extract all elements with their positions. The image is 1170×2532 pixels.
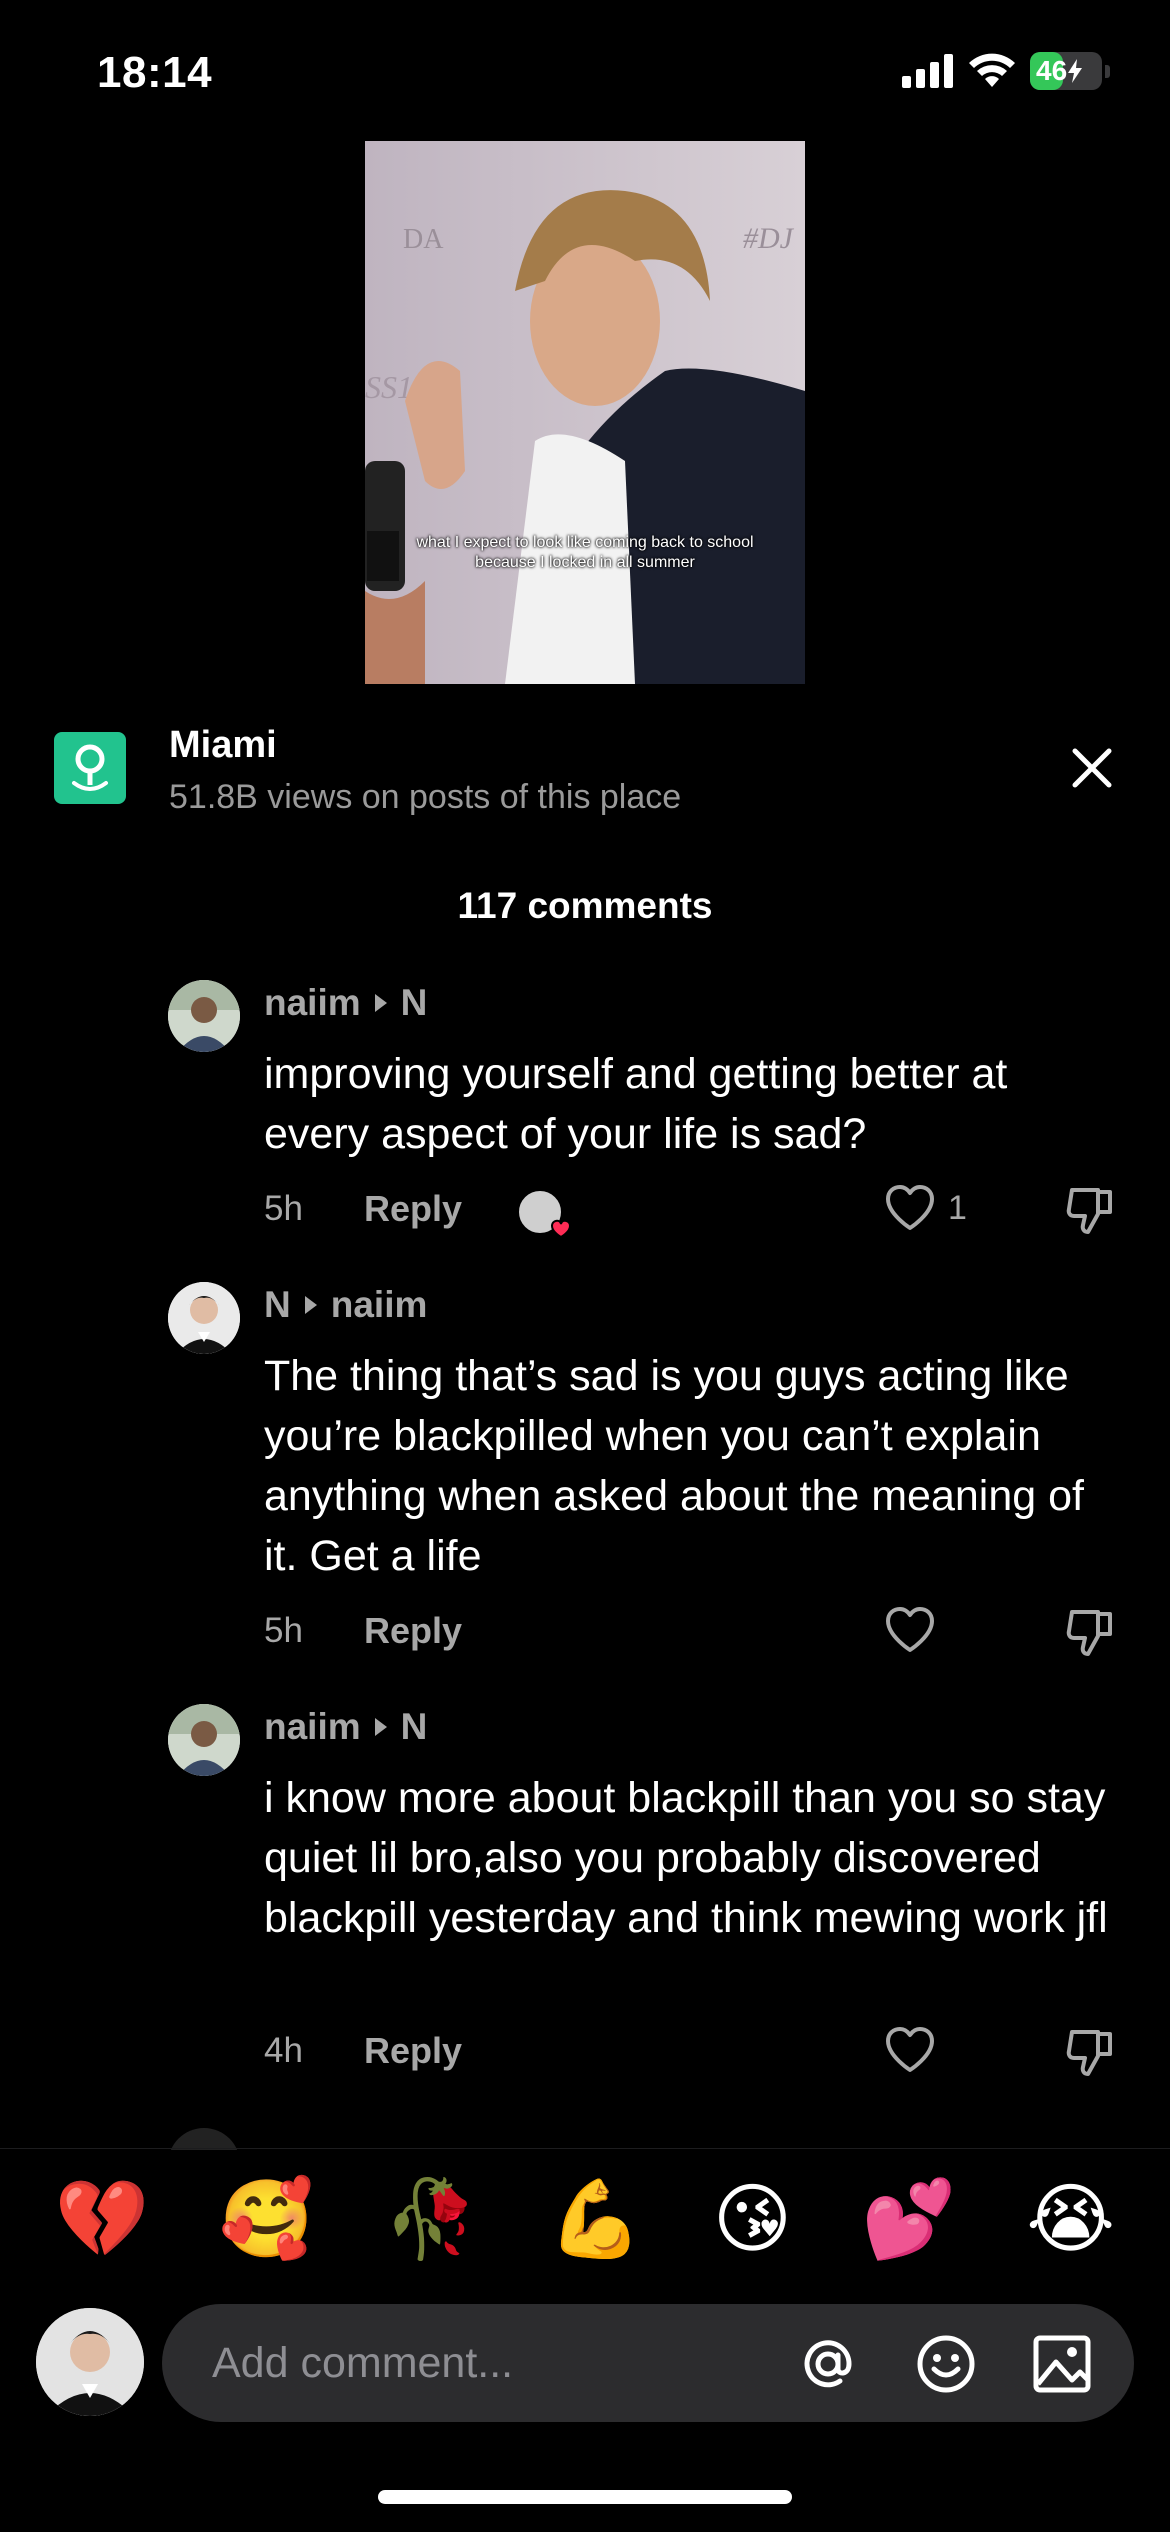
comment-text: i know more about blackpill than you so …: [264, 1774, 1108, 1942]
comment-meta: 5h Reply: [264, 1610, 462, 1652]
reply-button[interactable]: Reply: [364, 1188, 462, 1230]
comment-input[interactable]: [212, 2304, 832, 2422]
reply-arrow-icon: [374, 994, 387, 1012]
charging-bolt-icon: [1068, 59, 1083, 83]
kissing-face-emoji[interactable]: 😘: [713, 2180, 792, 2257]
comment-author[interactable]: N: [264, 1284, 291, 1326]
smiling-hearts-emoji[interactable]: 🥰: [219, 2180, 314, 2257]
creator-liked-reaction-icon: [516, 1186, 572, 1242]
comment-author[interactable]: naiim: [264, 1706, 361, 1748]
heart-icon: [886, 2027, 934, 2072]
comments-count: 117 comments: [457, 885, 713, 926]
svg-text:DA: DA: [403, 224, 444, 255]
heart-icon: [886, 1607, 934, 1652]
cellular-signal-icon: [902, 54, 953, 88]
comment-reply-to[interactable]: N: [401, 982, 428, 1024]
comment-item: N naiim The thing that’s sad is you guys…: [0, 1262, 1170, 1682]
comment-time: 4h: [264, 2031, 303, 2070]
comment-text: The thing that’s sad is you guys acting …: [264, 1352, 1084, 1580]
comment-time: 5h: [264, 1611, 303, 1650]
wifi-icon: [969, 53, 1015, 87]
status-icons: 46: [902, 52, 1110, 90]
comment-header: N naiim: [264, 1284, 427, 1326]
dislike-button[interactable]: [1064, 1606, 1116, 1663]
mention-icon[interactable]: [796, 2332, 860, 2396]
comment-header: naiim N: [264, 982, 427, 1024]
loudly-crying-emoji[interactable]: 😭: [1026, 2180, 1115, 2257]
svg-text:#DJ: #DJ: [743, 222, 795, 255]
emoji-icon[interactable]: [914, 2332, 978, 2396]
avatar[interactable]: [168, 1704, 240, 1776]
user-avatar[interactable]: [36, 2308, 144, 2416]
dislike-button[interactable]: [1064, 2026, 1116, 2083]
location-subtitle: 51.8B views on posts of this place: [169, 778, 682, 816]
dislike-button[interactable]: [1064, 1184, 1116, 1241]
like-count: 1: [948, 1188, 967, 1227]
reply-button[interactable]: Reply: [364, 1610, 462, 1652]
comment-input-row: [0, 2302, 1170, 2422]
comment-meta: 5h Reply: [264, 1188, 462, 1230]
like-button[interactable]: [884, 2026, 948, 2074]
comment-text: improving yourself and getting better at…: [264, 1050, 1008, 1158]
comment-header: naiim N: [264, 1706, 427, 1748]
avatar[interactable]: [168, 2128, 240, 2150]
location-row[interactable]: Miami 51.8B views on posts of this place: [0, 712, 1170, 832]
comment-item: naiim N improving yourself and getting b…: [0, 960, 1170, 1260]
heart-icon: [886, 1185, 934, 1230]
video-frame-image: DA #DJ SS17 NES: [365, 141, 805, 684]
status-bar: 18:14 46: [0, 0, 1170, 140]
home-indicator[interactable]: [378, 2490, 792, 2504]
avatar[interactable]: [168, 980, 240, 1052]
comment-input-container: [162, 2304, 1134, 2422]
comment-reply-to[interactable]: naiim: [331, 1284, 428, 1326]
like-button[interactable]: 1: [884, 1184, 967, 1232]
battery-level: 46: [1036, 55, 1068, 86]
battery: 46: [1030, 52, 1102, 90]
video-thumbnail[interactable]: DA #DJ SS17 NES what I expect to look li…: [365, 141, 805, 684]
comment-reply-to[interactable]: N: [401, 1706, 428, 1748]
wilted-rose-emoji[interactable]: 🥀: [384, 2180, 479, 2257]
like-button[interactable]: [884, 1606, 948, 1654]
two-hearts-emoji[interactable]: 💕: [862, 2180, 957, 2257]
comment-time: 5h: [264, 1189, 303, 1228]
location-pin-icon: [54, 732, 126, 804]
comment-item: naiim N i know more about blackpill than…: [0, 1684, 1170, 2104]
reply-button[interactable]: Reply: [364, 2030, 462, 2072]
thumbs-down-icon: [1066, 1188, 1112, 1234]
image-icon[interactable]: [1030, 2332, 1094, 2396]
thumbs-down-icon: [1066, 1610, 1112, 1656]
reply-arrow-icon: [304, 1296, 317, 1314]
close-button[interactable]: [1066, 742, 1118, 794]
battery-charging-icon: 46: [1030, 52, 1110, 90]
comments-list[interactable]: naiim N improving yourself and getting b…: [0, 960, 1170, 2150]
location-name: Miami: [169, 724, 277, 766]
reply-arrow-icon: [374, 1718, 387, 1736]
status-time: 18:14: [97, 48, 213, 97]
close-icon: [1072, 748, 1112, 788]
broken-heart-emoji[interactable]: 💔: [55, 2180, 150, 2257]
emoji-quick-bar: 💔 🥰 🥀 💪 😘 💕 😭: [0, 2148, 1170, 2288]
comment-author[interactable]: naiim: [264, 982, 361, 1024]
thumbs-down-icon: [1066, 2030, 1112, 2076]
video-caption: what I expect to look like coming back t…: [416, 534, 754, 571]
flexed-biceps-emoji[interactable]: 💪: [548, 2180, 643, 2257]
avatar[interactable]: [168, 1282, 240, 1354]
comment-meta: 4h Reply: [264, 2030, 462, 2072]
